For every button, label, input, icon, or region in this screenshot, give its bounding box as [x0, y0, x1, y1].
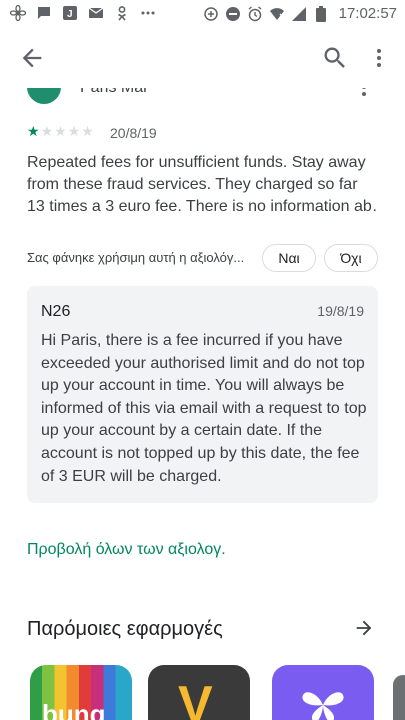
developer-name: N26 — [41, 303, 71, 320]
arrow-back-icon — [22, 48, 42, 68]
review-text-line: from these fraud services. They charged … — [27, 176, 358, 193]
more-dots-icon — [140, 5, 156, 21]
star-empty-icon: ★ — [81, 124, 94, 140]
similar-apps-more-button[interactable] — [353, 617, 375, 639]
review-date: 20/8/19 — [110, 125, 157, 141]
review-text[interactable]: Repeated fees for unsufficient funds. St… — [27, 152, 379, 218]
alarm-icon — [247, 5, 263, 22]
ok-icon — [114, 5, 130, 21]
fab-edge — [393, 675, 405, 720]
notification-icons: J — [10, 5, 156, 21]
reply-text: Hi Paris, there is a fee incurred if you… — [41, 332, 367, 485]
status-bar: J 17:02:57 — [0, 0, 405, 30]
similar-app-v[interactable]: V — [148, 665, 250, 720]
arrow-forward-icon — [356, 620, 372, 636]
app-bar — [0, 30, 405, 88]
messages-icon — [36, 5, 52, 21]
reply-date: 19/8/19 — [317, 303, 364, 319]
helpful-no-button[interactable]: Όχι — [324, 244, 378, 272]
butterfly-logo-icon — [302, 692, 344, 720]
review-rating-stars: ★ ★ ★ ★ ★ — [27, 125, 94, 139]
star-empty-icon: ★ — [54, 124, 67, 140]
star-empty-icon: ★ — [67, 124, 81, 140]
signal-icon — [291, 6, 307, 22]
similar-apps-title: Παρόμοιες εφαρμογές — [27, 618, 223, 640]
system-icons: 17:02:57 — [203, 5, 397, 22]
similar-app-bunq[interactable]: bunq — [30, 665, 132, 720]
see-all-reviews-link[interactable]: Προβολή όλων των αξιολογ. — [27, 541, 226, 559]
search-icon — [324, 47, 345, 68]
star-filled-icon: ★ — [27, 124, 40, 140]
more-vert-icon — [377, 49, 381, 67]
clock-time: 17:02:57 — [338, 5, 397, 22]
battery-icon — [313, 5, 329, 22]
search-button[interactable] — [321, 44, 349, 72]
back-button[interactable] — [18, 44, 46, 72]
developer-reply-card: N26 19/8/19 Hi Paris, there is a fee inc… — [27, 286, 378, 503]
app-logo-text: V — [178, 676, 213, 720]
star-empty-icon: ★ — [40, 124, 54, 140]
wallet-j-icon: J — [62, 5, 78, 21]
email-icon — [88, 5, 104, 21]
data-saver-icon — [203, 6, 219, 22]
photo-flower-icon — [10, 5, 26, 21]
helpful-yes-button[interactable]: Ναι — [262, 244, 316, 272]
dnd-icon — [225, 6, 241, 22]
review-text-line: 13 times a 3 euro fee. There is no infor… — [27, 198, 379, 215]
app-logo-text: bunq — [42, 699, 106, 720]
helpful-question: Σας φάνηκε χρήσιμη αυτή η αξιολόγ... — [27, 250, 245, 265]
wifi-icon — [269, 6, 285, 22]
svg-text:J: J — [67, 9, 73, 20]
more-options-button[interactable] — [367, 44, 391, 72]
review-text-line: Repeated fees for unsufficient funds. St… — [27, 154, 366, 171]
similar-app-butterfly[interactable] — [272, 665, 374, 720]
